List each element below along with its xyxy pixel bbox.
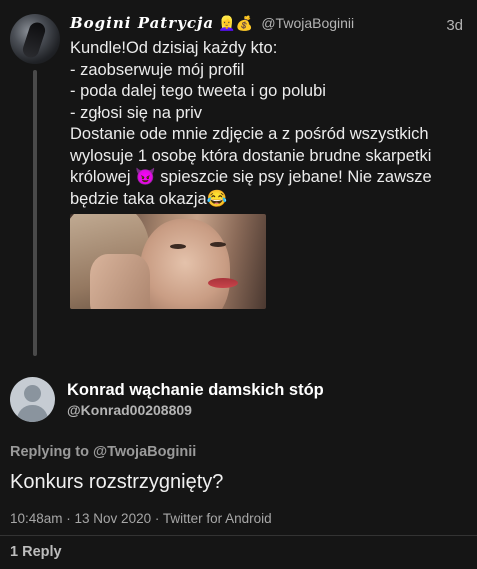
author-handle[interactable]: @TwojaBoginii bbox=[261, 15, 354, 31]
replying-to: Replying to @TwojaBoginii bbox=[10, 444, 196, 460]
reply-author-handle[interactable]: @Konrad00208809 bbox=[67, 402, 192, 418]
tweet-text-line: będzie taka okazja😂 bbox=[70, 189, 228, 208]
replies-count[interactable]: 1 Reply bbox=[10, 544, 62, 560]
tweet-text-line: - zaobserwuje mój profil bbox=[70, 60, 245, 79]
avatar-original-author[interactable] bbox=[10, 14, 60, 64]
author-display-name[interactable]: Bogini Patrycja bbox=[70, 14, 214, 32]
tweet-header: Bogini Patrycja 👱‍♀️💰 @TwojaBoginii bbox=[70, 14, 354, 32]
tweet-time[interactable]: 3d bbox=[446, 17, 463, 34]
tweet-meta[interactable]: 10:48am · 13 Nov 2020 · Twitter for Andr… bbox=[10, 511, 272, 526]
replies-number: 1 bbox=[10, 544, 19, 560]
replying-to-handle-link[interactable]: @TwojaBoginii bbox=[93, 444, 196, 460]
tweet-photo[interactable] bbox=[70, 214, 266, 309]
tweet-text-line: wylosuje 1 osobę która dostanie brudne s… bbox=[70, 146, 432, 165]
tweet-text-line: Dostanie ode mnie zdjęcie a z pośród wsz… bbox=[70, 125, 429, 143]
tweet-text-line: - zgłosi się na priv bbox=[70, 103, 203, 122]
name-emoji: 👱‍♀️💰 bbox=[218, 15, 254, 31]
divider bbox=[0, 535, 477, 536]
avatar-reply-author[interactable] bbox=[10, 377, 55, 422]
tweet-text-line: Kundle!Od dzisiaj każdy kto: bbox=[70, 39, 278, 57]
tweet-text: Kundle!Od dzisiaj każdy kto: - zaobserwu… bbox=[70, 38, 470, 210]
tweet-text-line: - poda dalej tego tweeta i go polubi bbox=[70, 82, 326, 100]
tweet-text-line: królowej 😈 spieszcie się psy jebane! Nie… bbox=[70, 168, 432, 186]
reply-author-display-name[interactable]: Konrad wąchanie damskich stóp bbox=[67, 381, 324, 400]
replying-to-label: Replying to bbox=[10, 444, 89, 460]
replies-label: Reply bbox=[22, 544, 62, 560]
reply-text: Konkurs rozstrzygnięty? bbox=[10, 471, 224, 493]
thread-connector-line bbox=[33, 70, 37, 356]
original-tweet[interactable]: Bogini Patrycja 👱‍♀️💰 @TwojaBoginii 3d K… bbox=[0, 0, 477, 356]
